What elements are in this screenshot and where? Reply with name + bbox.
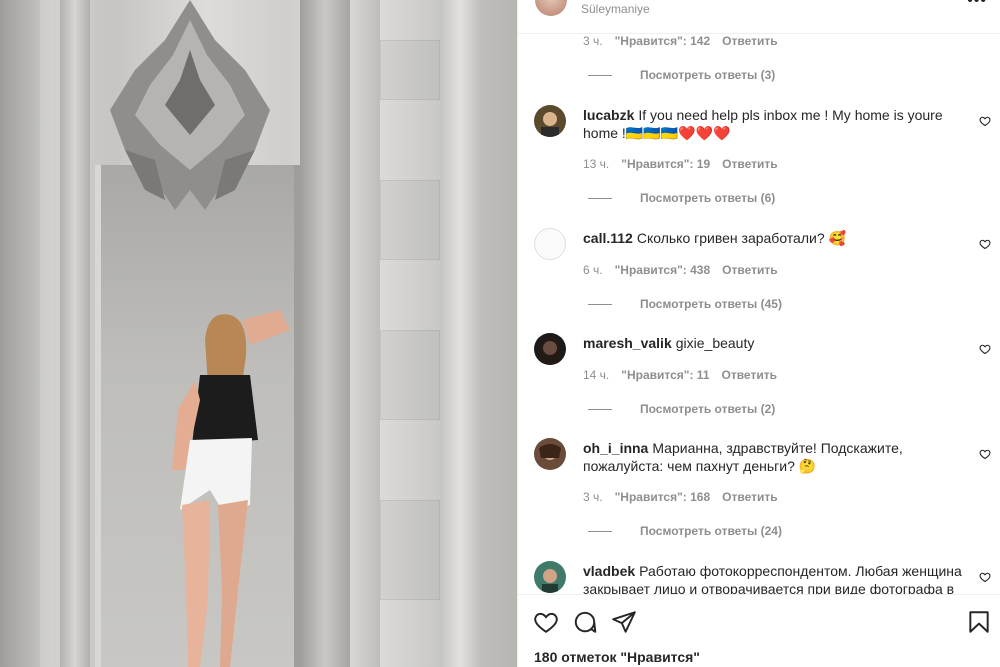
post-sidebar: Süleymaniye ••• 3 ч. "Нравится": 142 Отв… <box>517 0 1000 667</box>
likes-count[interactable]: 180 отметок "Нравится" <box>534 649 700 665</box>
stone-block <box>380 180 440 260</box>
stone-block <box>380 500 440 600</box>
view-replies-button[interactable]: Посмотреть ответы (24) <box>588 524 782 538</box>
comment-text: maresh_valik gixie_beauty <box>583 334 963 352</box>
view-replies-label: Посмотреть ответы (6) <box>640 191 776 205</box>
comment-body: If you need help pls inbox me ! My home … <box>583 107 943 141</box>
comment-username[interactable]: maresh_valik <box>583 335 672 351</box>
paper-plane-icon[interactable] <box>611 609 637 635</box>
divider-line <box>588 74 612 76</box>
comment-meta: 3 ч. "Нравится": 168 Ответить <box>583 490 778 504</box>
comment-text: call.112 Сколько гривен заработали? 🥰 <box>583 229 963 247</box>
view-replies-label: Посмотреть ответы (2) <box>640 402 776 416</box>
stone-column-left <box>0 0 40 667</box>
comment-text: oh_i_inna Марианна, здравствуйте! Подскаж… <box>583 439 963 475</box>
divider-line <box>588 197 612 199</box>
stone-block <box>380 40 440 100</box>
woman-figure <box>172 310 290 667</box>
stone-column <box>60 0 90 667</box>
comment-username[interactable]: oh_i_inna <box>583 440 648 456</box>
reply-button[interactable]: Ответить <box>722 368 777 382</box>
comment-text: lucabzk If you need help pls inbox me ! M… <box>583 106 963 142</box>
comment-meta: 14 ч. "Нравится": 11 Ответить <box>583 368 777 382</box>
heart-outline-icon[interactable] <box>979 238 991 250</box>
divider-line <box>588 408 612 410</box>
view-replies-label: Посмотреть ответы (3) <box>640 68 776 82</box>
comment-meta: 6 ч. "Нравится": 438 Ответить <box>583 263 778 277</box>
comment-icon[interactable] <box>572 609 598 635</box>
comment-likes[interactable]: "Нравится": 11 <box>621 368 709 382</box>
post-header: Süleymaniye ••• <box>518 0 1000 34</box>
heart-outline-icon[interactable] <box>979 115 991 127</box>
reply-button[interactable]: Ответить <box>722 157 777 171</box>
comment-username[interactable]: lucabzk <box>583 107 634 123</box>
heart-outline-icon[interactable] <box>979 343 991 355</box>
comment-body: gixie_beauty <box>675 335 755 351</box>
avatar[interactable] <box>534 561 566 593</box>
stone-column <box>440 0 480 667</box>
comment-likes[interactable]: "Нравится": 438 <box>615 263 711 277</box>
comment-likes[interactable]: "Нравится": 142 <box>615 34 711 48</box>
comment-time: 3 ч. <box>583 34 603 48</box>
comment-meta: 3 ч. "Нравится": 142 Ответить <box>583 34 778 48</box>
view-replies-button[interactable]: Посмотреть ответы (6) <box>588 191 775 205</box>
divider-line <box>588 303 612 305</box>
comment-time: 3 ч. <box>583 490 603 504</box>
reply-button[interactable]: Ответить <box>722 34 777 48</box>
comment-meta: 13 ч. "Нравится": 19 Ответить <box>583 157 778 171</box>
comment-time: 14 ч. <box>583 368 610 382</box>
stone-block <box>380 330 440 420</box>
comment-likes[interactable]: "Нравится": 19 <box>621 157 710 171</box>
view-replies-button[interactable]: Посмотреть ответы (2) <box>588 402 775 416</box>
comment-body: Сколько гривен заработали? 🥰 <box>636 230 846 246</box>
comments-list: 3 ч. "Нравится": 142 Ответить Посмотреть… <box>518 34 1000 594</box>
avatar[interactable] <box>534 105 566 137</box>
muqarnas-ornament <box>110 0 270 210</box>
stone-column <box>350 0 380 667</box>
heart-outline-icon[interactable] <box>979 571 991 583</box>
reply-button[interactable]: Ответить <box>722 490 777 504</box>
comment-time: 13 ч. <box>583 157 610 171</box>
view-replies-label: Посмотреть ответы (24) <box>640 524 782 538</box>
stone-column <box>300 0 350 667</box>
divider-line <box>588 530 612 532</box>
avatar[interactable] <box>534 333 566 365</box>
heart-icon[interactable] <box>533 609 559 635</box>
comment-body: Работаю фотокорреспондентом. Любая женщи… <box>583 563 962 594</box>
post-photo <box>0 0 517 667</box>
avatar[interactable] <box>534 228 566 260</box>
author-avatar[interactable] <box>535 0 567 16</box>
comment-username[interactable]: vladbek <box>583 563 635 579</box>
comment-text: vladbek Работаю фотокорреспондентом. Люба… <box>583 562 963 594</box>
reply-button[interactable]: Ответить <box>722 263 777 277</box>
post-actions-bar: 180 отметок "Нравится" <box>518 594 1000 667</box>
more-horizontal-icon[interactable]: ••• <box>967 0 987 10</box>
bookmark-icon[interactable] <box>966 609 992 635</box>
comment-username[interactable]: call.112 <box>583 230 633 246</box>
view-replies-label: Посмотреть ответы (45) <box>640 297 782 311</box>
heart-outline-icon[interactable] <box>979 448 991 460</box>
comment-likes[interactable]: "Нравится": 168 <box>615 490 711 504</box>
view-replies-button[interactable]: Посмотреть ответы (3) <box>588 68 775 82</box>
comment-time: 6 ч. <box>583 263 603 277</box>
avatar[interactable] <box>534 438 566 470</box>
post-location[interactable]: Süleymaniye <box>581 2 650 16</box>
view-replies-button[interactable]: Посмотреть ответы (45) <box>588 297 782 311</box>
